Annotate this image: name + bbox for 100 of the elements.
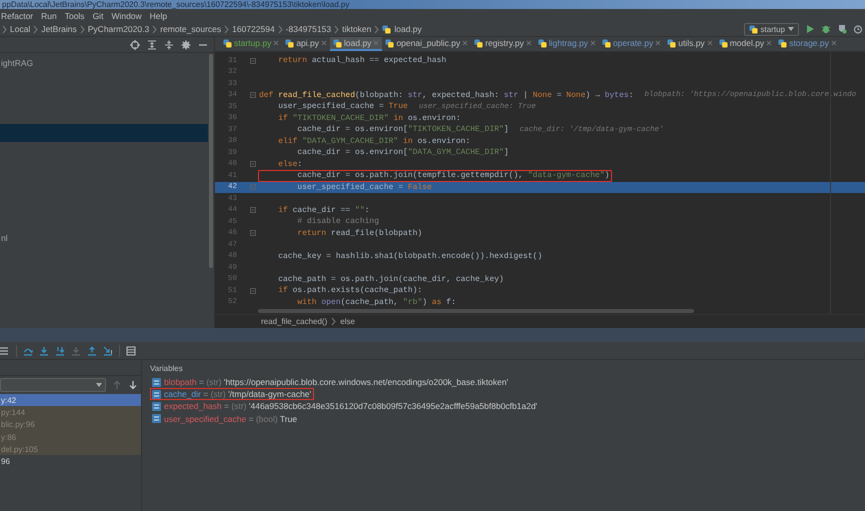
breadcrumb-item[interactable]: -834975153: [286, 24, 332, 34]
stack-frame[interactable]: y:42: [0, 394, 141, 406]
panel-title: Variables: [150, 362, 184, 374]
variable-entry[interactable]: cache_dir = (str) '/tmp/data-gym-cache': [164, 389, 312, 400]
step-into-my-code-icon[interactable]: [55, 346, 65, 356]
collapse-all-icon[interactable]: [164, 40, 174, 50]
variable-entry[interactable]: blobpath = (str) 'https://openaipublic.blob.core.windows.net/encodings/o200k_base.tiktoken': [164, 377, 508, 388]
breadcrumb-item[interactable]: JetBrains: [41, 24, 77, 34]
file-tab[interactable]: api.py: [282, 37, 330, 51]
breadcrumb-item[interactable]: load.py: [394, 24, 422, 34]
variable-icon: [152, 414, 161, 424]
variable-entry[interactable]: user_specified_cache = (bool) True: [164, 414, 298, 424]
python-file-icon: [602, 38, 612, 48]
breadcrumb-item[interactable]: remote_sources: [160, 24, 222, 34]
chevron-icon: [224, 24, 230, 34]
fold-icon[interactable]: [250, 161, 256, 168]
step-into-icon[interactable]: [39, 346, 49, 356]
code-line: if os.path.exists(cache_path):: [277, 285, 424, 296]
caret-icon[interactable]: [788, 27, 794, 31]
code-line: cache_dir = os.environ["DATA_GYM_CACHE_DIR"]: [296, 147, 510, 158]
step-out-icon[interactable]: [87, 346, 97, 356]
tree-item[interactable]: ightRAG: [1, 58, 34, 68]
chevron-icon: [2, 24, 7, 34]
close-icon[interactable]: [321, 40, 328, 46]
chevron-icon: [331, 317, 336, 326]
expand-all-icon[interactable]: [147, 40, 157, 50]
python-file-icon: [718, 38, 728, 48]
menu-item[interactable]: Help: [150, 10, 168, 20]
file-tab[interactable]: utils.py: [664, 37, 716, 51]
fold-icon[interactable]: [250, 288, 256, 294]
breadcrumb-item[interactable]: tiktoken: [342, 24, 372, 34]
breadcrumb-item[interactable]: 160722594: [232, 24, 275, 34]
close-icon[interactable]: [766, 40, 772, 46]
variable-icon: [152, 378, 161, 387]
file-tab[interactable]: startup.py: [220, 37, 282, 51]
shield-icon[interactable]: [837, 24, 847, 34]
file-tab[interactable]: load.py: [330, 37, 382, 51]
code-line: user_specified_cache = False: [296, 182, 433, 193]
close-icon[interactable]: [373, 40, 380, 46]
menu-item[interactable]: Run: [41, 10, 57, 20]
file-tab[interactable]: openai_public.py: [382, 37, 472, 51]
file-tab[interactable]: model.py: [716, 37, 776, 51]
menu-item[interactable]: Refactor: [1, 10, 34, 20]
menu-item[interactable]: Tools: [64, 10, 85, 20]
chevron-icon: [374, 24, 380, 34]
variable-icon: [152, 402, 161, 411]
close-icon[interactable]: [526, 40, 532, 46]
list-icon[interactable]: [0, 346, 10, 356]
code-line: def read_file_cached(blobpath: str, expected_hash: str | None = None) → bytes:: [258, 90, 635, 101]
chevron-icon: [334, 24, 340, 34]
run-icon[interactable]: [805, 24, 815, 34]
code-line: # disable caching: [296, 216, 380, 228]
variable-icon: [152, 390, 161, 399]
code-line: if "TIKTOKEN_CACHE_DIR" in os.environ:: [277, 112, 462, 124]
fold-icon[interactable]: [250, 92, 256, 98]
code-line: else:: [277, 158, 304, 170]
variable-entry[interactable]: expected_hash = (str) '446a9538cb6c348e3516120d7c08b09f57c36495e2acfffe59a5bf8b0cfb1a2d': [164, 401, 538, 412]
run-config-dropdown[interactable]: startup: [744, 22, 799, 36]
file-tab[interactable]: storage.py: [775, 37, 840, 51]
file-tab[interactable]: registry.py: [471, 37, 535, 51]
stack-frame[interactable]: 96: [0, 455, 141, 468]
step-over-icon[interactable]: [23, 346, 33, 356]
arrow-down-icon[interactable]: [128, 380, 138, 390]
arrow-up-icon[interactable]: [112, 380, 122, 390]
close-icon[interactable]: [462, 40, 468, 46]
code-line: cache_dir = os.environ["TIKTOKEN_CACHE_DIR"]: [296, 124, 510, 136]
close-icon[interactable]: [706, 40, 713, 46]
force-step-into-icon[interactable]: [71, 346, 81, 356]
python-file-icon: [538, 38, 547, 48]
table-icon[interactable]: [126, 346, 136, 356]
file-tab[interactable]: operate.py: [599, 37, 664, 51]
timer-icon[interactable]: [853, 24, 863, 34]
fold-icon[interactable]: [250, 207, 256, 214]
breadcrumb-item[interactable]: PyCharm2020.3: [88, 24, 150, 34]
fold-icon[interactable]: [250, 58, 256, 64]
close-icon[interactable]: [273, 40, 280, 46]
code-breadcrumb[interactable]: else: [340, 317, 355, 326]
menu-item[interactable]: Git: [92, 10, 104, 20]
fold-icon[interactable]: [250, 230, 256, 236]
code-line: return read_file(blobpath): [296, 228, 424, 239]
tree-item[interactable]: nl: [1, 232, 8, 243]
breadcrumb-item[interactable]: Local: [10, 24, 30, 34]
file-tab[interactable]: lightrag.py: [534, 37, 600, 51]
crosshair-icon[interactable]: [130, 40, 140, 50]
menu-item[interactable]: Window: [111, 10, 142, 20]
close-icon[interactable]: [590, 40, 596, 46]
caret-icon[interactable]: [96, 383, 102, 387]
code-line: with open(cache_path, "rb") as f:: [296, 296, 457, 308]
close-icon[interactable]: [655, 40, 662, 46]
python-file-icon: [223, 38, 232, 48]
run-to-cursor-icon[interactable]: [103, 346, 113, 356]
bug-icon[interactable]: [821, 24, 831, 34]
code-line: user_specified_cache = True: [277, 101, 409, 112]
chevron-icon: [152, 24, 158, 34]
code-breadcrumb[interactable]: read_file_cached(): [261, 317, 328, 326]
close-icon[interactable]: [830, 40, 837, 46]
code-line: elif "DATA_GYM_CACHE_DIR" in os.environ:: [277, 136, 472, 147]
chevron-icon: [33, 24, 38, 34]
python-file-icon: [778, 38, 788, 48]
settings-icon[interactable]: [181, 40, 191, 50]
